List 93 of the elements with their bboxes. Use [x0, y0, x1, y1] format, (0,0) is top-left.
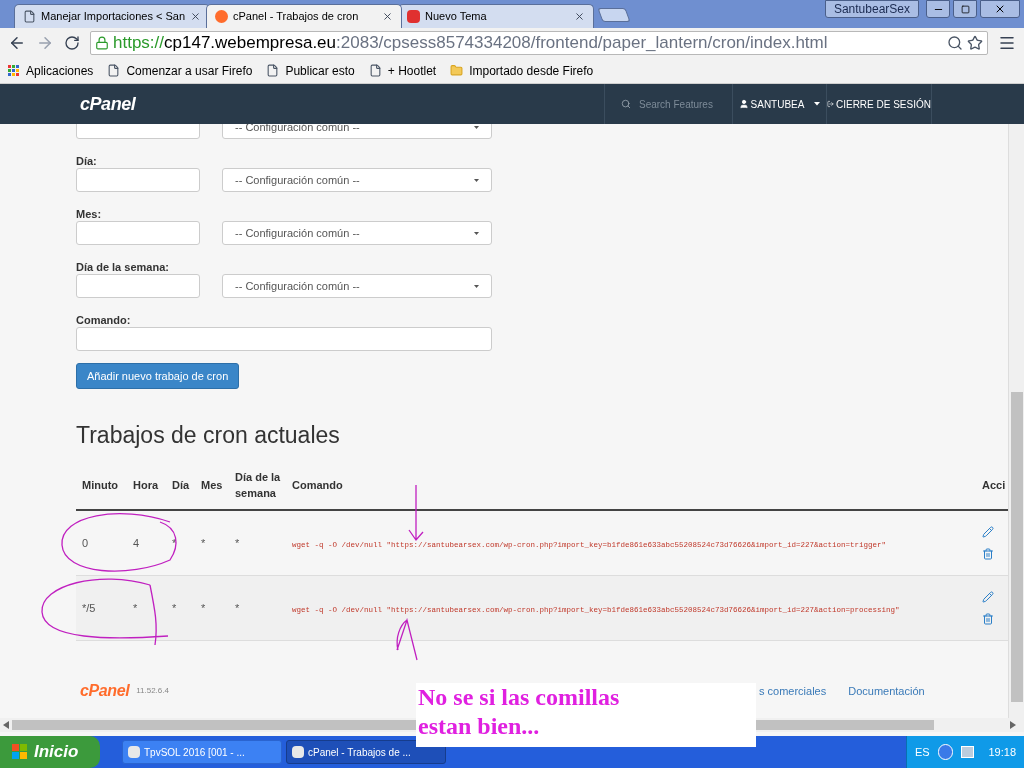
zoom-icon[interactable]: [947, 35, 963, 51]
folder-icon: [450, 64, 464, 77]
app-icon: [292, 746, 304, 758]
table-cell: *: [235, 601, 240, 614]
profile-button[interactable]: SantubearSex: [824, 0, 919, 18]
column-header: Día de la semana: [235, 470, 281, 499]
search-icon: [621, 99, 631, 109]
user-icon: [738, 99, 749, 109]
field-label: Día:: [76, 155, 98, 167]
table-cell: 4: [133, 536, 140, 549]
table-cell: */5: [82, 601, 96, 614]
apps-icon: [8, 64, 20, 77]
page-icon: [23, 10, 36, 23]
taskbar-button[interactable]: cPanel - Trabajos de ...: [286, 740, 446, 764]
bookmark[interactable]: Importado desde Firefo: [450, 61, 594, 80]
dropdown[interactable]: -- Configuración común --: [222, 221, 492, 245]
reload-icon[interactable]: [64, 35, 80, 51]
column-header: Mes: [201, 478, 223, 491]
windows-logo-icon: [12, 744, 28, 760]
maximize-button[interactable]: [953, 0, 977, 18]
logo-icon: [215, 10, 228, 23]
input-field[interactable]: [76, 168, 200, 192]
app-icon: [128, 746, 140, 758]
vertical-scrollbar[interactable]: [1008, 124, 1024, 718]
table-cell: *: [235, 536, 240, 549]
field-label: Comando:: [76, 314, 132, 326]
section-title: Trabajos de cron actuales: [76, 421, 341, 449]
new-tab-button[interactable]: [597, 8, 631, 22]
field-label: Mes:: [76, 208, 103, 220]
tray-icon[interactable]: [937, 744, 954, 760]
lock-icon: [95, 36, 109, 50]
logo-icon: [407, 10, 420, 23]
edit-icon[interactable]: [982, 526, 994, 538]
caret-icon: [474, 284, 479, 288]
close-icon[interactable]: [190, 11, 201, 22]
cpanel-logo: cPanel: [80, 681, 131, 701]
table-cell: *: [201, 601, 206, 614]
column-header: Hora: [133, 478, 159, 491]
footer-link[interactable]: s comerciales: [758, 682, 827, 700]
logout-icon: [827, 99, 834, 109]
back-icon[interactable]: [8, 34, 26, 52]
footer-link[interactable]: Documentación: [848, 682, 925, 700]
table-cell: *: [201, 536, 206, 549]
bookmark[interactable]: + Hootlet: [368, 61, 437, 80]
network-icon[interactable]: [961, 746, 975, 758]
browser-tab[interactable]: cPanel - Trabajos de cron: [206, 4, 402, 28]
clock: 19:18: [988, 744, 1016, 760]
page-icon: [266, 64, 280, 77]
caret-icon: [474, 231, 479, 235]
star-icon[interactable]: [967, 35, 983, 51]
dropdown[interactable]: -- Configuración común --: [222, 168, 492, 192]
close-button[interactable]: [980, 0, 1020, 18]
maximize-icon: [960, 4, 970, 14]
menu-icon[interactable]: [998, 34, 1016, 52]
annotation-note: No se si las comillas estan bien...: [416, 683, 756, 747]
bookmark[interactable]: Aplicaciones: [8, 61, 94, 80]
version-text: 11.52.6.4: [136, 685, 169, 697]
column-header: Minuto: [82, 478, 119, 491]
close-icon: [994, 3, 1006, 15]
table-cell: *: [133, 601, 138, 614]
delete-icon[interactable]: [982, 548, 994, 560]
start-button[interactable]: Inicio: [0, 736, 100, 768]
table-cell: *: [172, 601, 177, 614]
field-label: Día de la semana:: [76, 261, 170, 273]
column-header: Día: [172, 478, 190, 491]
forward-icon[interactable]: [36, 34, 54, 52]
scrollbar-thumb[interactable]: [12, 720, 416, 730]
scroll-left-icon[interactable]: [3, 721, 9, 729]
close-icon[interactable]: [382, 11, 393, 22]
address-bar[interactable]: https://cp147.webempresa.eu:2083/cpsess8574334208/frontend/paper_lantern/cron/index.html: [90, 31, 988, 55]
minimize-button[interactable]: [926, 0, 950, 18]
column-header: Acci: [982, 478, 1006, 491]
column-header: Comando: [292, 478, 343, 491]
taskbar-button[interactable]: TpvSOL 2016 [001 - ...: [122, 740, 282, 764]
command-field[interactable]: [76, 327, 492, 351]
delete-icon[interactable]: [982, 613, 994, 625]
bookmark[interactable]: Publicar esto: [266, 61, 355, 80]
caret-icon: [814, 102, 821, 106]
page-icon: [368, 64, 382, 77]
dropdown[interactable]: -- Configuración común --: [222, 274, 492, 298]
cpanel-logo[interactable]: cPanel: [80, 90, 139, 118]
scrollbar-thumb[interactable]: [756, 720, 934, 730]
close-icon[interactable]: [574, 11, 585, 22]
scroll-right-icon[interactable]: [1010, 721, 1016, 729]
bookmark[interactable]: Comenzar a usar Firefo: [107, 61, 253, 80]
table-cell: *: [172, 536, 177, 549]
table-cell: 0: [82, 536, 89, 549]
edit-icon[interactable]: [982, 591, 994, 603]
input-field[interactable]: [76, 274, 200, 298]
caret-icon: [474, 178, 479, 182]
page-icon: [107, 64, 121, 77]
add-cron-job-button[interactable]: Añadir nuevo trabajo de cron: [76, 363, 240, 389]
input-field[interactable]: [76, 221, 200, 245]
